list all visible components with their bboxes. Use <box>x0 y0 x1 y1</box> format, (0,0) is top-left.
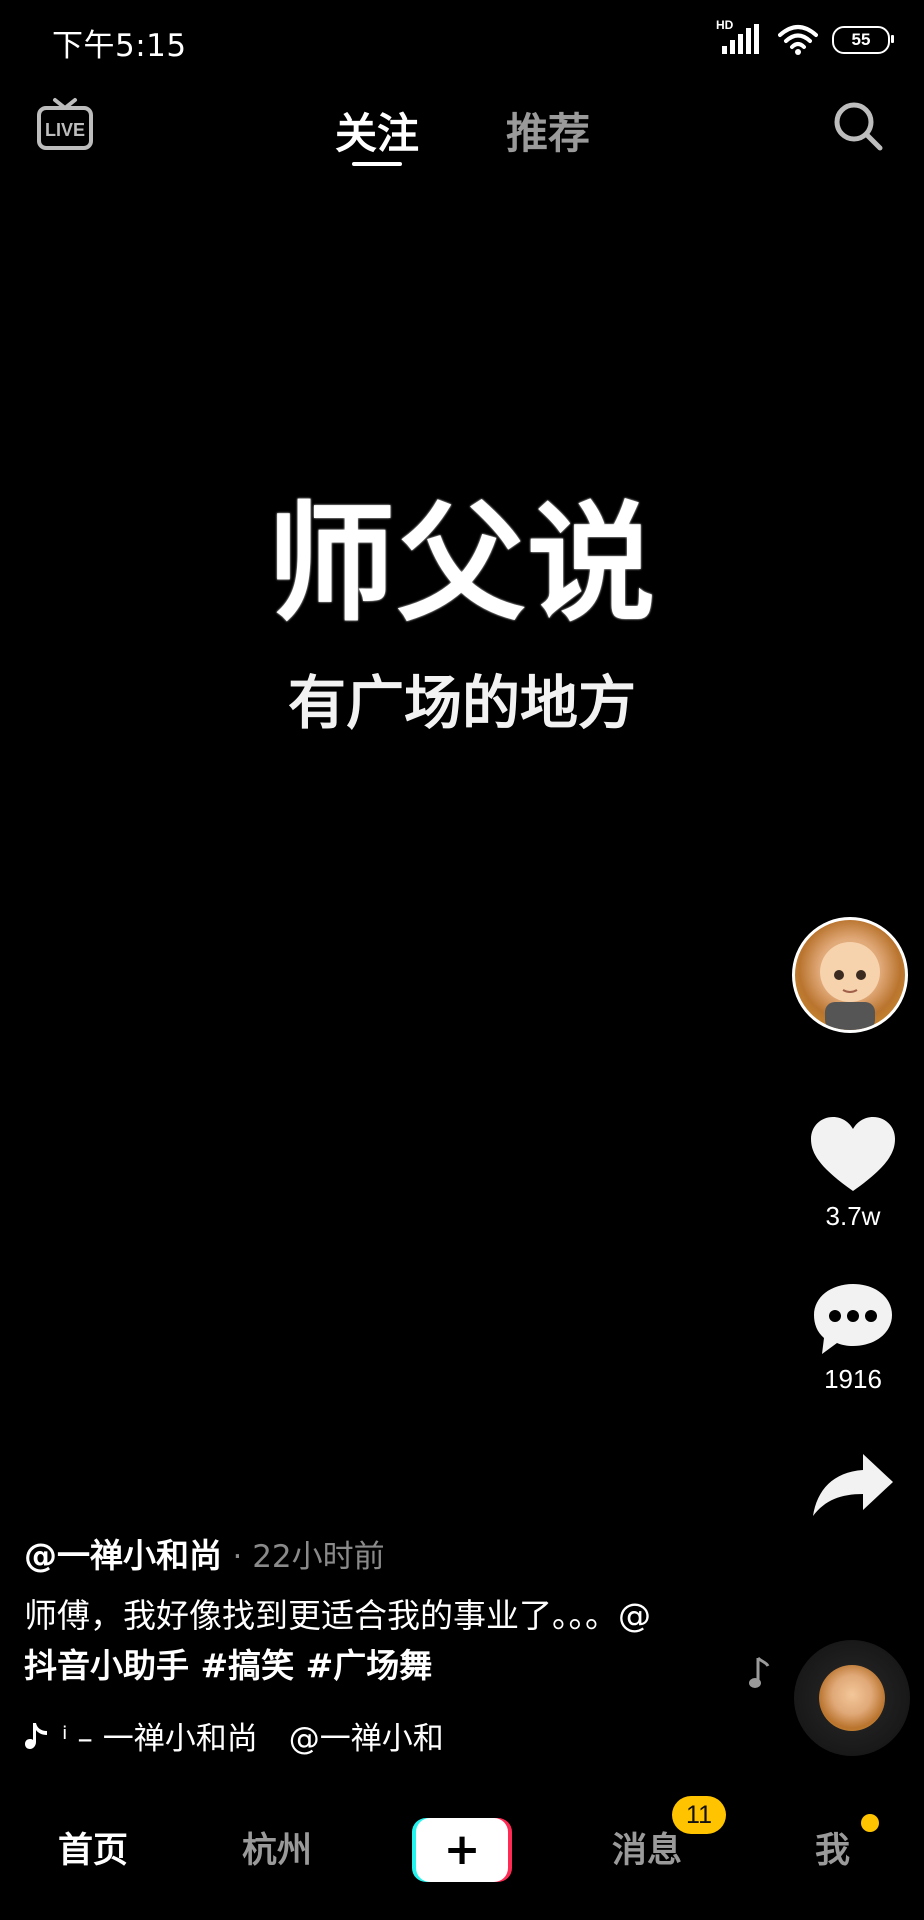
author-avatar[interactable] <box>792 917 908 1033</box>
wifi-icon <box>778 25 818 55</box>
music-title: ⁱ – 一禅小和尚 @一禅小和 <box>62 1721 444 1757</box>
live-button[interactable]: LIVE <box>36 96 94 154</box>
status-bar: 下午5:15 HD 55 <box>0 0 924 80</box>
share-button[interactable] <box>798 1450 908 1520</box>
tab-city[interactable]: 杭州 <box>242 1822 312 1873</box>
heart-icon <box>811 1117 895 1191</box>
comment-count: 1916 <box>824 1364 882 1394</box>
tiktok-note-icon <box>25 1722 47 1749</box>
create-post-button[interactable]: + <box>412 1818 512 1882</box>
video-caption: @一禅小和尚 · 22小时前 师傅，我好像找到更适合我的事业了。。。@ 抖音小助… <box>24 1530 714 1758</box>
tab-messages[interactable]: 消息 <box>612 1822 682 1873</box>
author-line: @一禅小和尚 · 22小时前 <box>24 1530 714 1583</box>
video-subtitle-text: 有广场的地方 <box>287 669 636 737</box>
monk-avatar-icon <box>820 942 880 1030</box>
search-icon <box>834 102 883 151</box>
live-tv-icon: LIVE <box>37 98 93 150</box>
tab-home[interactable]: 首页 <box>58 1822 128 1873</box>
search-button[interactable] <box>830 98 886 154</box>
music-disc-button[interactable] <box>794 1640 910 1756</box>
music-cover-image <box>819 1665 885 1731</box>
music-info[interactable]: ⁱ – 一禅小和尚 @一禅小和 <box>24 1713 464 1758</box>
tab-follow[interactable]: 关注 <box>335 100 419 161</box>
plus-button-face: + <box>416 1818 508 1882</box>
status-time: 下午5:15 <box>52 28 187 64</box>
tab-recommend[interactable]: 推荐 <box>506 100 590 161</box>
cellular-signal-icon: HD <box>716 18 764 58</box>
description-text: 师傅，我好像找到更适合我的事业了。。。@ <box>24 1596 651 1635</box>
me-notification-dot <box>861 1814 879 1832</box>
comment-button[interactable]: 1916 <box>798 1280 908 1395</box>
battery-indicator: 55 <box>832 26 894 54</box>
music-note-icon <box>749 1656 770 1688</box>
post-time: · 22小时前 <box>232 1539 385 1575</box>
video-description[interactable]: 师傅，我好像找到更适合我的事业了。。。@ 抖音小助手 #搞笑 #广场舞 <box>24 1591 704 1691</box>
plus-icon: + <box>443 1824 481 1875</box>
video-title-text: 师父说 <box>266 490 657 639</box>
like-button[interactable]: 3.7w <box>798 1115 908 1232</box>
status-icons: HD 55 <box>716 18 894 60</box>
author-name-link[interactable]: @一禅小和尚 <box>24 1536 222 1575</box>
messages-badge: 11 <box>672 1796 726 1834</box>
like-count: 3.7w <box>825 1201 881 1231</box>
svg-text:LIVE: LIVE <box>45 120 85 140</box>
bottom-tab-bar: 首页 杭州 + 消息 11 我 <box>0 1780 924 1920</box>
share-arrow-icon <box>813 1454 893 1516</box>
description-tags[interactable]: 抖音小助手 #搞笑 #广场舞 <box>24 1641 704 1691</box>
top-nav: LIVE 关注 推荐 <box>0 80 924 180</box>
active-tab-indicator <box>352 162 402 166</box>
comment-icon <box>814 1284 892 1354</box>
hd-label: HD <box>716 18 734 32</box>
tab-me[interactable]: 我 <box>815 1822 850 1873</box>
